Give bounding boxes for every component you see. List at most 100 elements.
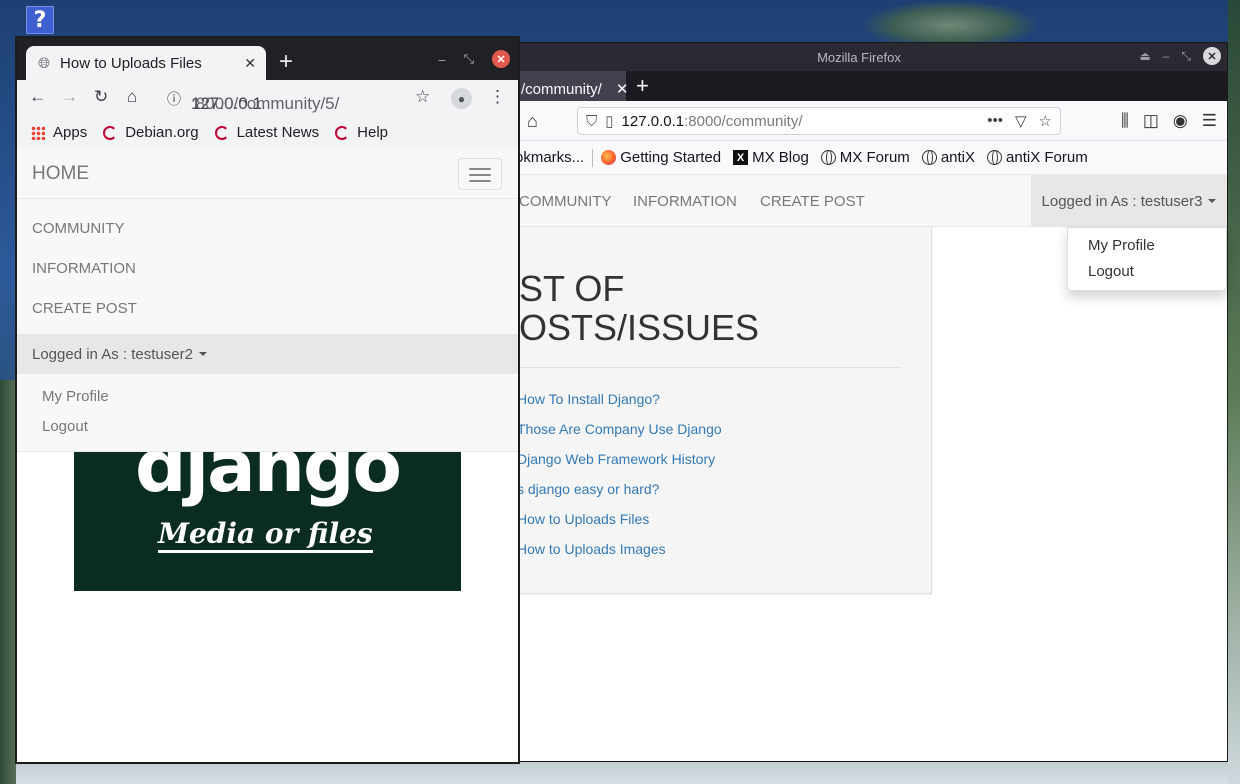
bookmark-label: Help (357, 124, 388, 141)
bookmark-mx-blog[interactable]: X MX Blog (733, 149, 809, 166)
bookmark-star-icon[interactable]: ☆ (1039, 112, 1052, 130)
new-tab-button[interactable]: + (279, 48, 293, 76)
bookmark-label: Debian.org (125, 124, 199, 141)
nav-community[interactable]: COMMUNITY (32, 220, 125, 237)
divider (17, 198, 518, 199)
info-icon[interactable]: ⓘ (167, 89, 181, 109)
bookmark-label: Apps (53, 124, 88, 141)
close-icon[interactable]: ✕ (492, 50, 510, 68)
url-path: :8000/community/ (684, 112, 803, 130)
firefox-window: Mozilla Firefox ⏏ – ⤡ ✕ /community/ ✕ + … (490, 42, 1228, 762)
help-desktop-icon[interactable]: ? (26, 6, 54, 34)
forward-icon[interactable]: → (61, 87, 78, 107)
home-icon[interactable]: ⌂ (127, 87, 137, 107)
tab-uploads-files[interactable]: 🌐︎ How to Uploads Files ✕ (26, 46, 266, 80)
image-caption: Media or files (158, 518, 373, 553)
bookmark-label: MX Forum (839, 149, 910, 166)
post-link[interactable]: How to Uploads Files (517, 511, 649, 527)
separator (592, 148, 594, 167)
post-image: django Media or files (74, 452, 461, 591)
debian-icon (335, 125, 350, 140)
menu-logout[interactable]: Logout (42, 418, 88, 435)
bookmarks-bar: Apps Debian.org Latest News Help (17, 116, 518, 150)
new-tab-button[interactable]: + (626, 71, 659, 101)
profile-avatar[interactable]: ● (451, 88, 472, 109)
window-title: Mozilla Firefox (817, 49, 901, 65)
bookmark-star-icon[interactable]: ☆ (415, 87, 430, 107)
menu-logout[interactable]: Logout (1088, 263, 1134, 280)
post-link[interactable]: Those Are Company Use Django (517, 421, 722, 437)
debian-icon (214, 125, 229, 140)
bookmark-mx-forum[interactable]: MX Forum (820, 149, 910, 166)
account-icon[interactable]: ◉ (1173, 111, 1188, 131)
menu-icon[interactable]: ☰ (1202, 111, 1217, 131)
bookmark-help[interactable]: Help (335, 124, 388, 141)
bookmark-apps[interactable]: Apps (31, 124, 87, 141)
post-link[interactable]: How To Install Django? (517, 391, 660, 407)
menu-my-profile[interactable]: My Profile (1088, 237, 1155, 254)
sidebar-icon[interactable]: ◫ (1143, 111, 1159, 131)
bookmark-label: antiX (940, 149, 976, 166)
minimize-icon[interactable]: – (438, 52, 445, 67)
title-line: OSTS/ISSUES (519, 307, 760, 348)
reload-icon[interactable]: ↻ (94, 87, 108, 107)
close-icon[interactable]: ✕ (1203, 47, 1221, 65)
back-icon[interactable]: ← (29, 87, 46, 107)
user-dropdown-toggle[interactable]: Logged in As : testuser2 (17, 334, 518, 374)
nav-create-post[interactable]: CREATE POST (32, 300, 137, 317)
tab-title: How to Uploads Files (60, 54, 202, 72)
library-icon[interactable]: ⫼ (1121, 111, 1129, 131)
address-bar[interactable]: ⛉ ▯ 127.0.0.1:8000/community/ ••• ▽ ☆ (577, 107, 1061, 135)
bookmarks-toolbar: okmarks... Getting Started X MX Blog MX F… (491, 141, 1227, 175)
pocket-icon[interactable]: ▽ (1015, 112, 1027, 130)
wallpaper (1228, 0, 1240, 784)
page-icon: ▯ (605, 113, 614, 130)
menu-my-profile[interactable]: My Profile (42, 388, 109, 405)
brand-home[interactable]: HOME (32, 163, 89, 185)
nav-community[interactable]: COMMUNITY (519, 193, 612, 210)
menu-icon[interactable]: ⋮ (489, 87, 506, 107)
site-navbar-collapsed: HOME COMMUNITY INFORMATION CREATE POST L… (17, 148, 518, 452)
wallpaper (860, 0, 1040, 42)
bookmark-getting-started[interactable]: Getting Started (601, 149, 721, 166)
page-title: ST OF OSTS/ISSUES (519, 269, 839, 347)
bookmark-label: Getting Started (620, 149, 722, 166)
bookmark-antix-forum[interactable]: antiX Forum (987, 149, 1088, 166)
shade-icon[interactable]: ⏏ (1139, 49, 1150, 63)
bookmark-label: antiX Forum (1006, 149, 1088, 166)
bookmark-latest-news[interactable]: Latest News (214, 124, 320, 141)
nav-information[interactable]: INFORMATION (32, 260, 136, 277)
home-icon[interactable]: ⌂ (527, 111, 538, 132)
bookmark-label: MX Blog (752, 149, 809, 166)
firefox-titlebar[interactable]: Mozilla Firefox ⏏ – ⤡ ✕ (491, 43, 1227, 71)
apps-grid-icon (31, 125, 45, 140)
user-dropdown-menu: My Profile Logout (1067, 227, 1227, 291)
close-tab-icon[interactable]: ✕ (244, 55, 256, 72)
page-actions-icon[interactable]: ••• (987, 112, 1003, 130)
caret-down-icon (1208, 199, 1217, 203)
navbar-toggle-button[interactable] (458, 158, 502, 190)
maximize-icon[interactable]: ⤡ (464, 51, 474, 67)
post-link[interactable]: How to Uploads Images (517, 541, 666, 557)
post-link[interactable]: s django easy or hard? (517, 481, 659, 497)
nav-create-post[interactable]: CREATE POST (760, 193, 865, 210)
tab-title: /community/ (521, 80, 602, 98)
shield-icon[interactable]: ⛉ (586, 113, 597, 130)
posts-panel: ST OF OSTS/ISSUES How To Install Django?… (491, 227, 932, 594)
bookmark-debian[interactable]: Debian.org (103, 124, 199, 141)
wallpaper (0, 380, 16, 784)
nav-information[interactable]: INFORMATION (633, 193, 737, 210)
django-logo-text: django (134, 452, 402, 508)
user-label: Logged in As : testuser2 (32, 345, 193, 363)
bookmark-other[interactable]: okmarks... (515, 149, 584, 166)
caret-down-icon (198, 352, 207, 356)
post-link[interactable]: Django Web Framework History (517, 451, 715, 467)
site-navbar: COMMUNITY INFORMATION CREATE POST Logged… (491, 175, 1227, 227)
user-dropdown-toggle[interactable]: Logged in As : testuser3 (1031, 175, 1227, 227)
bookmark-label: Latest News (236, 124, 320, 141)
maximize-icon[interactable]: ⤡ (1181, 49, 1191, 64)
minimize-icon[interactable]: – (1163, 49, 1170, 63)
bookmark-antix[interactable]: antiX (921, 149, 976, 166)
debian-icon (103, 125, 118, 140)
mx-icon: X (733, 150, 749, 165)
